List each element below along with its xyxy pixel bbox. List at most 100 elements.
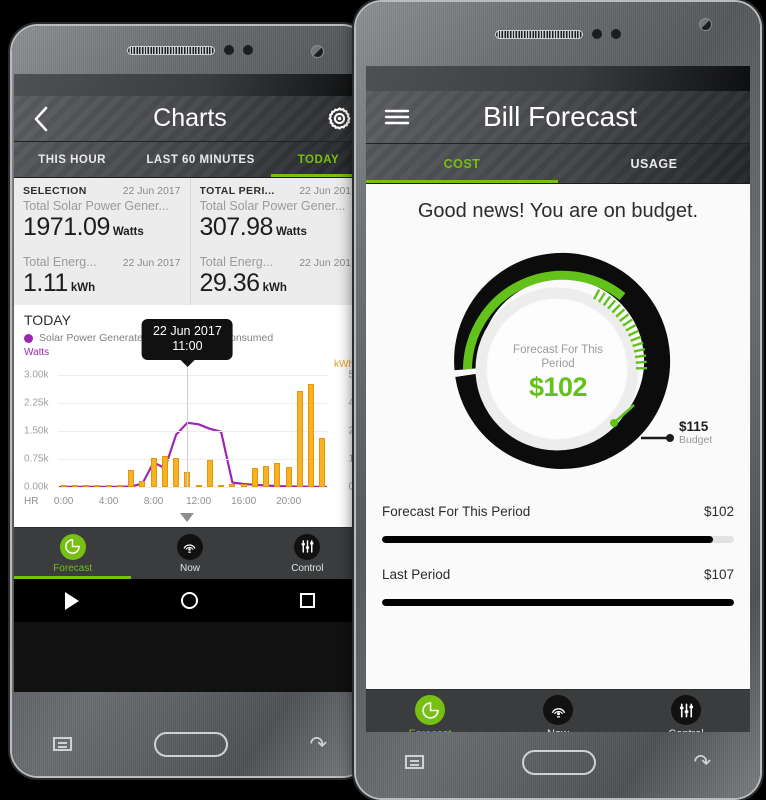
system-nav-left [14, 579, 366, 622]
hw-menu-key-icon[interactable] [52, 737, 72, 751]
nav-item-forecast[interactable]: Forecast [366, 690, 494, 732]
chart-bar [274, 463, 281, 487]
tab-cost[interactable]: COST [366, 144, 558, 183]
nav-label-now: Now [547, 728, 569, 732]
nav-label-forecast: Forecast [409, 728, 452, 732]
chart-gridline [58, 431, 328, 432]
card-selection-metric-value: 1971.09 [23, 213, 110, 241]
hw-menu-key-icon[interactable] [404, 755, 424, 769]
chart-y2-tick: 4 [348, 397, 354, 409]
chart-panel: TODAY Solar Power Generated Power Consum… [14, 305, 366, 527]
tab-this-hour[interactable]: THIS HOUR [14, 142, 130, 177]
gauge-center-readout: Forecast For This Period $102 [483, 343, 633, 403]
android-back-icon[interactable] [65, 591, 79, 610]
gauge-budget-caption: Budget [679, 434, 713, 446]
status-bar-left [14, 74, 366, 96]
nav-item-control[interactable]: Control [622, 690, 750, 732]
forecast-rows: Forecast For This Period $102 Last Perio… [366, 484, 750, 606]
summary-cards: SELECTION 22 Jun 2017 Total Solar Power … [14, 178, 366, 305]
chart-gridline [58, 375, 328, 376]
row-last-period[interactable]: Last Period $107 [382, 543, 734, 582]
chart-bar [161, 455, 168, 487]
card-selection[interactable]: SELECTION 22 Jun 2017 Total Solar Power … [14, 178, 190, 305]
earpiece-speaker-icon [495, 29, 583, 39]
chart-x-tick: 4:00 [98, 496, 119, 507]
legend-swatch-solar-icon [24, 333, 33, 343]
chart-gridline [58, 403, 328, 404]
chart-x-axis-label: HR [24, 496, 39, 507]
gauge-center-label-line1: Forecast For This [513, 344, 603, 356]
proximity-sensor-icon [592, 29, 602, 39]
chart-tooltip-date: 22 Jun 2017 [152, 324, 222, 338]
sliders-control-icon [671, 695, 701, 725]
hw-home-key-icon[interactable] [521, 749, 596, 775]
chart-x-tick: 16:00 [231, 496, 257, 507]
chart-y-tick: 2.25k [24, 397, 49, 409]
android-home-icon[interactable] [181, 592, 198, 609]
nav-item-now[interactable]: Now [494, 690, 622, 732]
tab-today[interactable]: TODAY [270, 142, 366, 177]
chart-bar [206, 460, 213, 487]
chart-bar [218, 484, 225, 487]
row-forecast-label: Forecast For This Period [382, 504, 531, 519]
chart-y-tick: 0.75k [24, 453, 49, 465]
android-recents-icon[interactable] [300, 593, 315, 608]
hw-home-key-icon[interactable] [153, 731, 228, 757]
nav-label-control: Control [291, 562, 324, 574]
nav-item-control[interactable]: Control [249, 528, 366, 579]
row-forecast-progressbar [382, 536, 734, 543]
nav-item-now[interactable]: Now [131, 528, 248, 579]
bill-forecast-tabbar: COST USAGE [366, 144, 750, 184]
card-total-period-sub-date: 22 Jun 2017 [299, 257, 357, 269]
row-last-period-label: Last Period [382, 567, 451, 582]
tab-usage[interactable]: USAGE [558, 144, 750, 183]
back-chevron-icon[interactable] [26, 104, 56, 134]
chart-scrub-handle[interactable] [180, 513, 195, 522]
card-total-period-sub-value-row: 29.36 kWh [191, 269, 367, 305]
chart-bar [94, 484, 101, 487]
card-selection-metric-value-row: 1971.09 Watts [14, 213, 190, 249]
row-forecast-value: $102 [703, 504, 734, 519]
phone-left-screen: Charts THIS HOUR LAST 60 MINUTES TODAY S… [14, 74, 366, 692]
chart-bar [251, 467, 258, 487]
phone-device-right: Bill Forecast COST USAGE Good news! You … [356, 2, 760, 798]
legend-label-solar: Solar Power Generated [39, 332, 149, 344]
hw-back-key-icon[interactable]: ↷ [693, 752, 711, 773]
gear-icon[interactable] [324, 104, 354, 134]
card-total-period-date: 22 Jun 2017 [299, 185, 357, 197]
chart-bar [83, 484, 90, 487]
tab-last-60-minutes[interactable]: LAST 60 MINUTES [130, 142, 271, 177]
gauge-budget-marker: $115 Budget [679, 419, 712, 446]
bottom-nav-right: Forecast Now [366, 689, 750, 732]
nav-item-forecast[interactable]: Forecast [14, 528, 132, 579]
card-selection-date: 22 Jun 2017 [122, 185, 181, 197]
charts-tabbar: THIS HOUR LAST 60 MINUTES TODAY [14, 142, 366, 178]
row-forecast-this-period[interactable]: Forecast For This Period $102 [382, 490, 734, 519]
card-total-period-metric-unit: Watts [275, 226, 307, 238]
card-selection-sub-value-row: 1.11 kWh [14, 269, 190, 305]
card-total-period-sub-unit: kWh [262, 282, 287, 294]
chart-bar [116, 484, 123, 487]
card-selection-title: SELECTION [23, 185, 87, 197]
chart-bar [60, 484, 67, 487]
hw-back-key-icon[interactable]: ↷ [309, 734, 327, 755]
phone-right-hardware-keys: ↷ [356, 740, 760, 784]
card-total-period[interactable]: TOTAL PERI... 22 Jun 2017 Total Solar Po… [189, 178, 367, 305]
chart-gridline [58, 459, 328, 460]
chart-y-tick: 3.00k [24, 369, 49, 381]
budget-gauge: Forecast For This Period $102 $115 Budge… [366, 229, 750, 484]
card-selection-metric-unit: Watts [112, 226, 144, 238]
card-selection-sub-date: 22 Jun 2017 [122, 257, 181, 269]
card-selection-sub-value: 1.11 [23, 269, 68, 297]
chart-y-tick: 0.00k [24, 481, 49, 493]
card-total-period-sub-header: Total Energ... 22 Jun 2017 [191, 249, 367, 269]
chart-x-tick: 8:00 [143, 496, 164, 507]
chart-bar [105, 484, 112, 487]
chart-plot-area[interactable]: 0.00k 0.75k 1.50k 2.25k 3.00k 0 1 2 4 5 0:00 4:00 8:… [14, 319, 366, 527]
chart-bar [296, 390, 303, 487]
chart-tooltip: 22 Jun 2017 11:00 [141, 319, 233, 360]
chart-bar [139, 481, 146, 487]
row-last-period-progressbar [382, 599, 734, 606]
chart-bar [173, 457, 180, 487]
card-total-period-header: TOTAL PERI... 22 Jun 2017 [191, 178, 367, 199]
